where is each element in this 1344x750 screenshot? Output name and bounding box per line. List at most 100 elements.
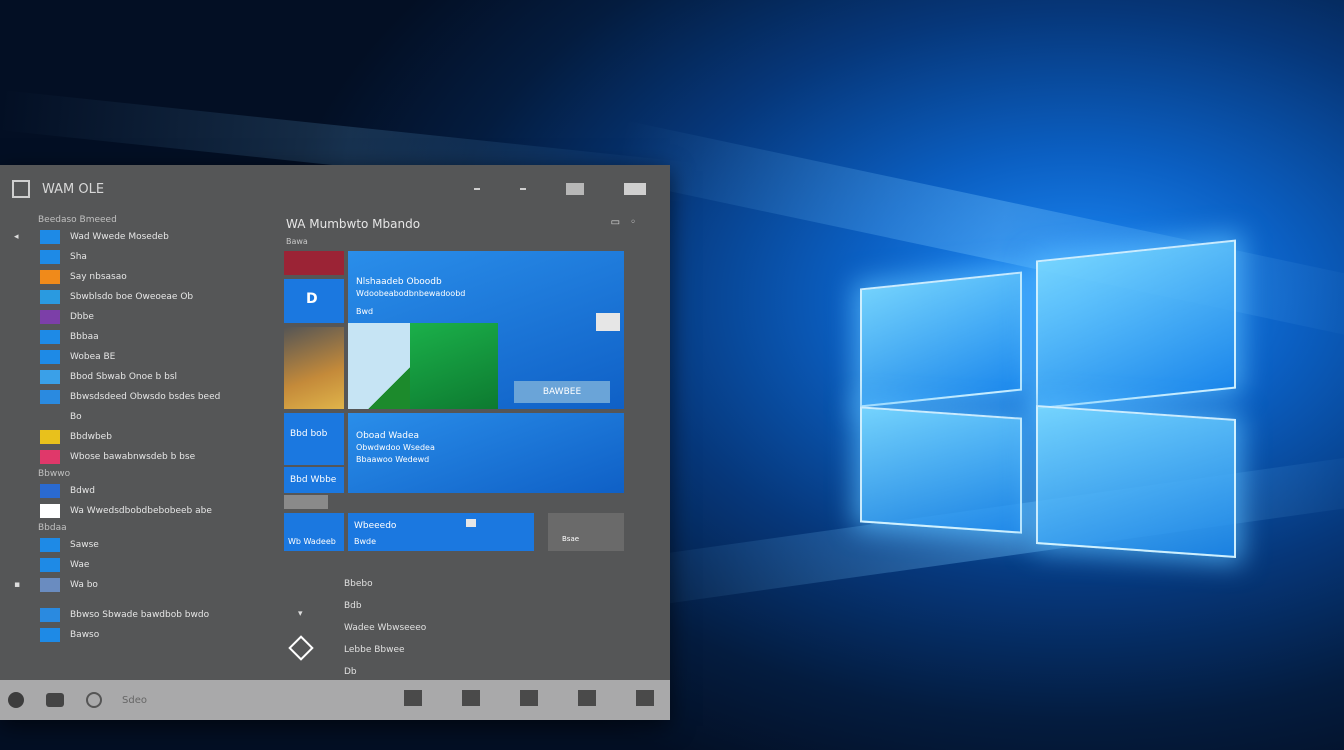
window-icon[interactable] <box>624 183 646 195</box>
lower-link[interactable]: Bdb <box>344 595 426 617</box>
app-label: Bbdwbeb <box>70 432 112 442</box>
app-icon <box>40 250 60 264</box>
media-icon[interactable] <box>578 690 596 706</box>
shield-icon[interactable] <box>520 690 538 706</box>
app-icon <box>40 310 60 324</box>
taskbar-search-text[interactable]: Sdeo <box>122 695 147 706</box>
tile-news-sub: Bwd <box>356 307 374 316</box>
lower-link[interactable]: Bbebo <box>344 573 426 595</box>
tile-news-text: Wdoobeabodbnbewadoobd <box>356 289 466 298</box>
tiles-heading: WA Mumbwto Mbando <box>286 217 421 231</box>
app-icon <box>40 484 60 498</box>
app-list-item[interactable]: Bbbaa <box>0 327 280 347</box>
tile-monitor-label: Bsae <box>562 535 580 543</box>
tile-blue-b[interactable]: Bbd Wbbe <box>284 467 344 493</box>
tile-blue-a[interactable]: Bbd bob <box>284 413 344 465</box>
app-list-item[interactable]: Bbod Sbwab Onoe b bsl <box>0 367 280 387</box>
tile-weather-sub: Bbaawoo Wedewd <box>356 455 430 464</box>
tiles-panel: WA Mumbwto Mbando Bawa ▭ ◦ D Nlshaadeb O… <box>280 213 670 680</box>
tile-d-app[interactable]: D <box>284 279 344 323</box>
expand-icon[interactable]: ▾ <box>298 609 303 619</box>
tile-photo-small[interactable] <box>284 327 344 409</box>
app-section-header: Bbwwo <box>38 469 71 479</box>
app-label: Bo <box>70 412 82 422</box>
tile-mail-wide[interactable]: Wbeeedo Bwde <box>348 513 534 551</box>
app-icon <box>40 628 60 642</box>
app-list-item[interactable]: Sawse <box>0 535 280 555</box>
app-list-item[interactable]: Dbbe <box>0 307 280 327</box>
tile-mail-sub: Bwde <box>354 537 377 546</box>
lower-link[interactable]: Lebbe Bbwee <box>344 639 426 661</box>
tile-red-header[interactable] <box>284 251 344 275</box>
tile-mail-title: Wbeeedo <box>354 521 397 531</box>
app-icon <box>40 558 60 572</box>
app-list-item[interactable]: Say nbsasao <box>0 267 280 287</box>
tile-weather-title: Oboad Wadea <box>356 431 419 441</box>
app-label: Bbwso Sbwade bawdbob bwdo <box>70 610 210 620</box>
tile-blue-a-label: Bbd bob <box>290 429 328 439</box>
pin-icon: ▪ <box>14 580 21 590</box>
app-label: Wobea BE <box>70 352 116 362</box>
app-icon <box>40 270 60 284</box>
app-list-item[interactable]: Bdwd <box>0 481 280 501</box>
app-list-item[interactable]: Wae <box>0 555 280 575</box>
app-label: Sawse <box>70 540 99 550</box>
taskbar: Sdeo <box>0 680 670 720</box>
app-list-item[interactable]: ◂ Wad Wwede Mosedeb <box>0 227 280 247</box>
app-list-item[interactable]: Bawso <box>0 625 280 645</box>
start-menu: WAM OLE Beedaso Bmeeed ◂ Wad Wwede Mosede… <box>0 165 670 720</box>
lower-link[interactable]: Wadee Wbwseeeo <box>344 617 426 639</box>
tiles-controls: ▭ ◦ <box>611 217 636 228</box>
edit-icon[interactable]: ▭ <box>611 217 620 228</box>
app-list-item[interactable]: Wbose bawabnwsdeb b bse <box>0 447 280 467</box>
tile-news-title: Nlshaadeb Oboodb <box>356 277 442 287</box>
app-list-item[interactable]: Bbdwbeb <box>0 427 280 447</box>
app-list-item[interactable]: Wobea BE <box>0 347 280 367</box>
app-section-header: Bbdaa <box>38 523 67 533</box>
tile-weather-text: Obwdwdoo Wsedea <box>356 443 435 452</box>
app-label: Sha <box>70 252 87 262</box>
image-icon[interactable] <box>566 183 584 195</box>
logo-pane <box>1036 405 1236 558</box>
app-list-item[interactable]: Sha <box>0 247 280 267</box>
app-label: Say nbsasao <box>70 272 127 282</box>
app-label: Wae <box>70 560 90 570</box>
app-list-item[interactable]: Wa Wwedsdbobdbebobeeb abe <box>0 501 280 521</box>
app-icon <box>40 330 60 344</box>
diamond-icon[interactable] <box>288 635 314 661</box>
app-list-item[interactable]: Bbwsdsdeed Obwsdo bsdes beed <box>0 387 280 407</box>
app-icon <box>40 410 60 424</box>
search-icon[interactable] <box>86 692 102 708</box>
tiles-subheading: Bawa <box>286 237 308 246</box>
start-button[interactable] <box>8 692 24 708</box>
tile-wide-bar: BAWBEE <box>514 381 610 403</box>
minimize-icon[interactable] <box>520 188 526 190</box>
tile-monitor[interactable]: Bsae <box>548 513 624 551</box>
start-menu-header: WAM OLE <box>0 165 670 213</box>
app-list-item[interactable]: Bbwso Sbwade bawdbob bwdo <box>0 605 280 625</box>
app-list-item[interactable]: ▪ Wa bo <box>0 575 280 595</box>
tile-store[interactable]: Wb Wadeeb <box>284 513 344 551</box>
settings-icon[interactable]: ◦ <box>630 217 636 228</box>
tile-store-label: Wb Wadeeb <box>288 537 336 546</box>
cortana-icon[interactable] <box>46 693 64 707</box>
logo-pane <box>1036 239 1236 410</box>
tile-weather-wide[interactable]: Oboad Wadea Obwdwdoo Wsedea Bbaawoo Wede… <box>348 413 624 493</box>
app-label: Wad Wwede Mosedeb <box>70 232 169 242</box>
folder-icon[interactable] <box>462 690 480 706</box>
app-label: Wbose bawabnwsdeb b bse <box>70 452 196 462</box>
app-label: Bbbaa <box>70 332 99 342</box>
lower-link-list: Bbebo Bdb Wadee Wbwseeeo Lebbe Bbwee Db <box>344 573 426 683</box>
app-icon <box>40 504 60 518</box>
taskview-icon[interactable] <box>404 690 422 706</box>
tile-news-large[interactable]: Nlshaadeb Oboodb Wdoobeabodbnbewadoobd B… <box>348 251 624 409</box>
app-list-item[interactable]: Sbwblsdo boe Oweoeae Ob <box>0 287 280 307</box>
dot-icon <box>474 188 480 190</box>
app-icon <box>40 350 60 364</box>
mail-icon[interactable] <box>636 690 654 706</box>
app-list: Beedaso Bmeeed ◂ Wad Wwede Mosedeb Sha Sa… <box>0 213 280 680</box>
tile-grey-strip[interactable] <box>284 495 328 509</box>
app-list-item[interactable]: Bo <box>0 407 280 427</box>
menu-icon[interactable] <box>12 180 30 198</box>
grid-icon <box>596 313 620 331</box>
